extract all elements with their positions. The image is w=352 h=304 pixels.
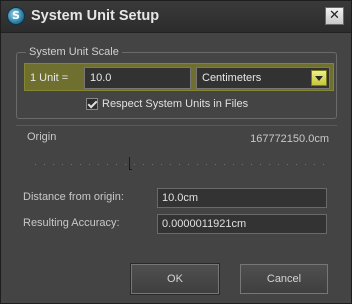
respect-units-label[interactable]: Respect System Units in Files — [102, 98, 248, 110]
ok-button[interactable]: OK — [131, 264, 219, 294]
section-divider — [16, 125, 337, 126]
app-logo-icon: S — [7, 7, 25, 25]
resulting-accuracy-field: 0.0000011921cm — [157, 214, 327, 234]
unit-type-value: Centimeters — [202, 72, 262, 84]
resulting-accuracy-label: Resulting Accuracy: — [23, 217, 120, 229]
unit-value-input[interactable]: 10.0 — [84, 67, 191, 89]
origin-value: 167772150.0cm — [250, 133, 329, 145]
cancel-button[interactable]: Cancel — [240, 264, 328, 294]
dialog-title: System Unit Setup — [31, 8, 160, 24]
distance-from-origin-label: Distance from origin: — [23, 191, 124, 203]
close-button[interactable]: ✕ — [325, 7, 344, 25]
unit-type-dropdown[interactable]: Centimeters — [196, 67, 330, 89]
slider-thumb[interactable] — [129, 157, 132, 170]
origin-slider[interactable] — [31, 154, 327, 174]
system-unit-setup-dialog: S System Unit Setup ✕ System Unit Scale … — [0, 0, 352, 304]
unit-equals-label: 1 Unit = — [30, 72, 69, 84]
title-bar[interactable]: S System Unit Setup ✕ — [1, 1, 351, 33]
respect-units-checkbox[interactable] — [86, 98, 98, 110]
slider-track — [31, 164, 327, 165]
origin-label: Origin — [27, 131, 57, 143]
distance-from-origin-field[interactable]: 10.0cm — [157, 188, 327, 208]
chevron-down-icon[interactable] — [311, 70, 327, 86]
system-unit-scale-label: System Unit Scale — [26, 46, 122, 58]
